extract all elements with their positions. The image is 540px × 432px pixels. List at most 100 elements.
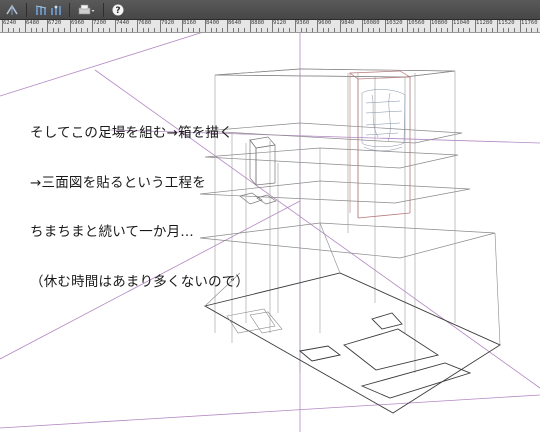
help-button[interactable]: ? [111,2,125,17]
ruler-tick [267,28,268,32]
ruler-tick [109,28,110,32]
ruler-tick [514,28,515,32]
ruler-label: 7680 [138,20,152,26]
ruler-label: 10080 [363,20,380,26]
ruler-tick [222,28,223,32]
snap-to-ruler-button[interactable] [49,2,63,17]
ruler-tick [205,20,206,32]
ruler-tick [2,20,3,32]
ruler-tick [469,28,470,32]
ruler-tick [53,28,54,32]
ruler-tick [402,28,403,32]
ruler-tick [452,20,453,32]
ruler-tick [334,28,335,32]
ruler-tick [31,28,32,32]
scaffold-posts [214,71,456,373]
ruler-label: 10560 [408,20,425,26]
ruler-tick [526,28,527,32]
ruler-tick [98,28,99,32]
ruler-tick [188,28,189,32]
ruler-tick [323,28,324,32]
symmetry-ruler-button[interactable] [4,2,20,17]
ruler-tick [391,28,392,32]
caption-line: →三面図を貼るという工程を [30,174,206,191]
ruler-tick [250,20,251,32]
horizontal-ruler[interactable]: 6240 6480 6720 6960 7200 7440 7680 7920 8160 8400… [0,20,540,33]
ruler-tick [92,20,93,32]
ruler-tick [481,28,482,32]
ruler-tick [492,28,493,32]
ruler-tick [306,28,307,32]
ruler-tick [368,28,369,32]
ruler-label: 6240 [3,20,17,26]
ruler-tick [166,28,167,32]
toolbar-separator [26,2,27,17]
ruler-tick [458,28,459,32]
ruler-tick [115,20,116,32]
ruler-tick [362,20,363,32]
ruler-tick [537,28,538,32]
ruler-tick [396,28,397,32]
ruler-tick [64,28,65,32]
ruler-label: 8160 [183,20,197,26]
perspective-ruler-icon [35,4,47,16]
ruler-tick [289,28,290,32]
ruler-tick [121,28,122,32]
ruler-label: 10800 [431,20,448,26]
ruler-tick [137,20,138,32]
ruler-tick [531,28,532,32]
ruler-label: 6960 [71,20,85,26]
ruler-tick [379,28,380,32]
symmetry-ruler-icon [6,4,18,16]
ruler-tick [497,20,498,32]
ruler-tick [508,28,509,32]
ruler-tick [211,28,212,32]
ruler-tick [244,28,245,32]
help-icon: ? [112,4,124,16]
print-button[interactable] [77,2,97,17]
ruler-label: 8880 [251,20,265,26]
ruler-tick [13,28,14,32]
caption-line: （休む時間はあまり多くないので） [30,273,250,290]
ruler-tick [70,20,71,32]
ruler-label: 9840 [341,20,355,26]
ruler-label: 7440 [116,20,130,26]
ruler-tick [132,28,133,32]
ruler-tick [418,28,419,32]
toolbar: ? [0,0,540,20]
ruler-tick [42,28,43,32]
ruler-tick [351,28,352,32]
ruler-tick [154,28,155,32]
ruler-tick [87,28,88,32]
ruler-tick [424,28,425,32]
ruler-tick [216,28,217,32]
ruler-tick [193,28,194,32]
ruler-tick [475,20,476,32]
ruler-snap-icon [50,4,62,16]
ground-details [204,222,501,346]
ruler-label: 6480 [26,20,40,26]
ruler-tick [160,20,161,32]
ruler-tick [126,28,127,32]
ruler-tick [261,28,262,32]
svg-text:?: ? [115,6,120,16]
ruler-tick [295,20,296,32]
ruler-tick [58,28,59,32]
ruler-tick [340,20,341,32]
ruler-tick [317,20,318,32]
ruler-label: 11520 [498,20,515,26]
ruler-tick [8,28,9,32]
ruler-label: 11760 [521,20,538,26]
ruler-tick [19,28,20,32]
ruler-label: 9120 [273,20,287,26]
ruler-label: 8400 [206,20,220,26]
ruler-tick [283,28,284,32]
ruler-tick [233,28,234,32]
ruler-tick [328,28,329,32]
perspective-ruler-button[interactable] [34,2,48,17]
caption-line: ちまちまと続いて一か月… [30,224,194,240]
ruler-label: 10320 [386,20,403,26]
ground-floor [203,272,501,414]
tall-box-with-elevation [349,70,412,219]
ruler-tick [346,28,347,32]
